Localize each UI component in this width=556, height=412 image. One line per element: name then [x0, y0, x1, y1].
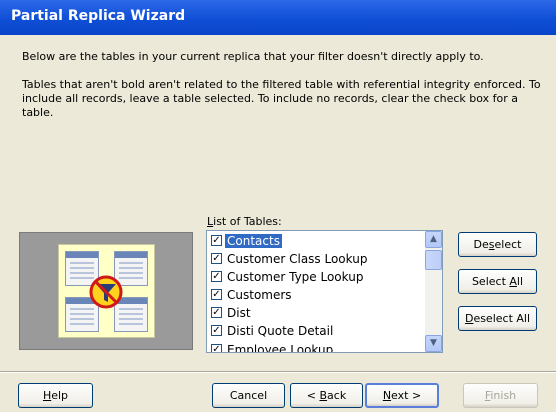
list-of-tables-label: List of Tables: [207, 215, 282, 228]
list-item[interactable]: ✓ Customer Class Lookup [208, 250, 426, 268]
tables-listbox[interactable]: ✓ Contacts ✓ Customer Class Lookup ✓ Cus… [206, 230, 443, 353]
deselect-all-button[interactable]: Deselect All [458, 306, 537, 331]
button-separator [0, 371, 556, 373]
intro-text: Below are the tables in your current rep… [22, 50, 484, 63]
list-item-label: Dist [227, 306, 251, 320]
list-item[interactable]: ✓ Customer Type Lookup [208, 268, 426, 286]
chevron-up-icon: ▲ [430, 234, 437, 244]
chevron-down-icon: ▼ [430, 338, 437, 348]
checkbox[interactable]: ✓ [211, 253, 222, 264]
scroll-up-button[interactable]: ▲ [425, 231, 442, 248]
illustration-frame [58, 244, 155, 338]
explanation-text: Tables that aren't bold aren't related t… [22, 78, 541, 119]
next-button[interactable]: Next > [365, 383, 439, 408]
title-bar[interactable]: Partial Replica Wizard [0, 0, 556, 35]
help-button[interactable]: Help [18, 383, 93, 408]
list-item[interactable]: ✓ Customers [208, 286, 426, 304]
scroll-down-button[interactable]: ▼ [425, 335, 442, 352]
list-item-label: Disti Quote Detail [227, 324, 334, 338]
deselect-button[interactable]: Deselect [458, 232, 537, 257]
list-item[interactable]: ✓ Contacts [208, 232, 426, 250]
wizard-illustration [19, 232, 193, 350]
vertical-scrollbar[interactable]: ▲ ▼ [425, 231, 442, 352]
window-title: Partial Replica Wizard [11, 8, 186, 24]
list-item[interactable]: ✓ Employee Lookup [208, 341, 426, 353]
checkbox[interactable]: ✓ [211, 307, 222, 318]
checkbox[interactable]: ✓ [211, 325, 222, 336]
list-item-label: Customers [227, 288, 292, 302]
select-all-button[interactable]: Select All [458, 269, 537, 294]
checkbox[interactable]: ✓ [211, 289, 222, 300]
list-item-label: Contacts [225, 234, 282, 248]
back-button[interactable]: < Back [290, 383, 363, 408]
no-filter-icon [89, 275, 123, 309]
list-item[interactable]: ✓ Disti Quote Detail [208, 322, 426, 340]
list-item-label: Customer Type Lookup [227, 270, 364, 284]
wizard-window: Partial Replica Wizard Below are the tab… [0, 0, 556, 412]
checkbox[interactable]: ✓ [211, 235, 222, 246]
list-item-label: Customer Class Lookup [227, 252, 368, 266]
list-item-label: Employee Lookup [227, 343, 334, 353]
finish-button[interactable]: Finish [463, 383, 538, 408]
checkbox[interactable]: ✓ [211, 344, 222, 352]
cancel-button[interactable]: Cancel [212, 383, 285, 408]
checkbox[interactable]: ✓ [211, 271, 222, 282]
list-item[interactable]: ✓ Dist [208, 304, 426, 322]
scroll-thumb[interactable] [425, 250, 442, 270]
